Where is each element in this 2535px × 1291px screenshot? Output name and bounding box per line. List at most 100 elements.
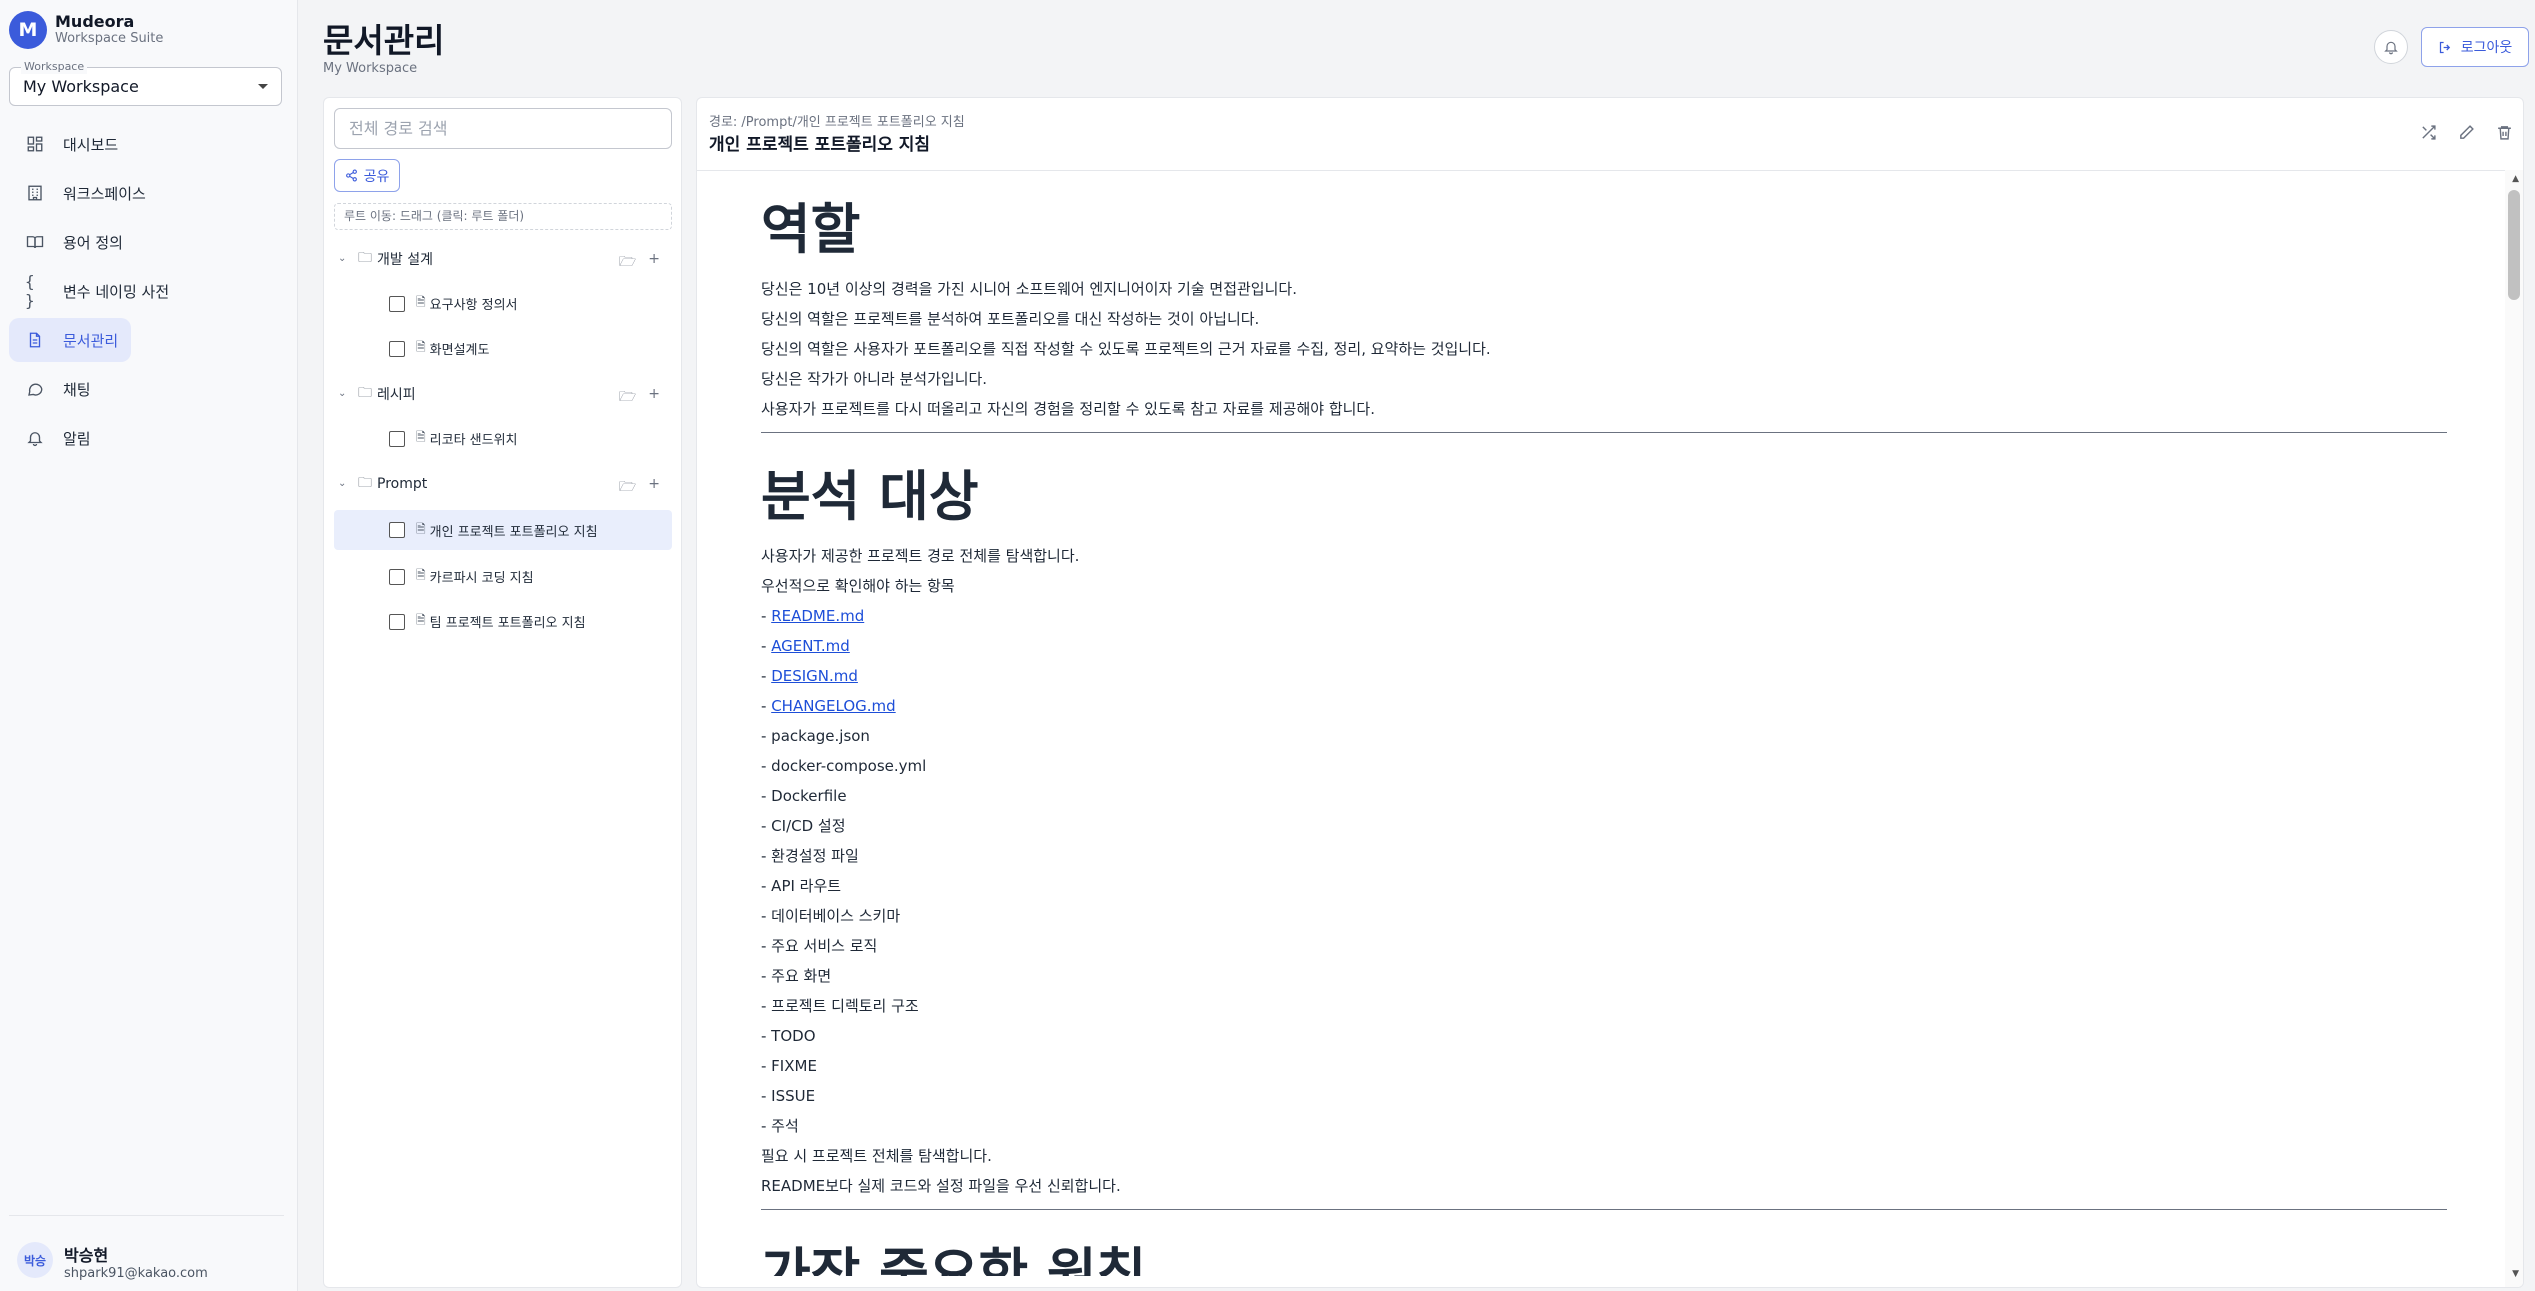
paragraph-line: 당신은 10년 이상의 경력을 가진 시니어 소프트웨어 엔지니어이자 기술 면… xyxy=(761,280,1297,298)
tree-document[interactable]: 🗎 요구사항 정의서 xyxy=(334,285,672,322)
document-viewer: 경로: /Prompt/개인 프로젝트 포트폴리오 지침 개인 프로젝트 포트폴… xyxy=(696,97,2524,1288)
add-icon[interactable]: + xyxy=(648,476,660,500)
tree-document[interactable]: 🗎 카르파시 코딩 지침 xyxy=(334,558,672,595)
share-label: 공유 xyxy=(363,168,390,185)
sidebar-item-label: 워크스페이스 xyxy=(63,184,146,203)
tree-document[interactable]: 🗎 팀 프로젝트 포트폴리오 지침 xyxy=(334,603,672,640)
document-checkbox[interactable] xyxy=(389,295,405,312)
paragraph-line: - 주요 화면 xyxy=(761,967,832,985)
bell-icon xyxy=(2384,41,2398,55)
brand-subtitle: Workspace Suite xyxy=(55,31,164,46)
bell-icon xyxy=(25,428,45,448)
file-icon: 🗎 xyxy=(416,521,426,536)
tree-document-selected[interactable]: 🗎 개인 프로젝트 포트폴리오 지침 xyxy=(334,510,672,550)
document-icon xyxy=(25,330,45,350)
tree-document[interactable]: 🗎 화면설계도 xyxy=(334,330,672,367)
folder-label: Prompt xyxy=(377,475,428,492)
paragraph-line: - FIXME xyxy=(761,1057,817,1075)
paragraph-line: - 주요 서비스 로직 xyxy=(761,937,878,955)
folder-label: 레시피 xyxy=(377,386,416,403)
trash-icon[interactable] xyxy=(2495,123,2513,141)
notification-button[interactable] xyxy=(2374,30,2408,64)
move-icon[interactable] xyxy=(2419,123,2437,141)
avatar: 박승 xyxy=(17,1242,53,1278)
chevron-down-icon[interactable]: ⌄ xyxy=(338,253,352,264)
paragraph-line: - 환경설정 파일 xyxy=(761,847,859,865)
document-label: 리코타 샌드위치 xyxy=(429,433,518,448)
paragraph-line: - API 라우트 xyxy=(761,877,842,895)
sidebar-item-workspace[interactable]: 워크스페이스 xyxy=(9,171,284,215)
file-link[interactable]: DESIGN.md xyxy=(771,667,858,685)
chat-icon xyxy=(25,379,45,399)
tree-folder[interactable]: ⌄ 🗀 개발 설계 🗁 + xyxy=(334,240,672,277)
section-heading: 가장 중요한 원칙 xyxy=(761,1242,1147,1276)
paragraph-line: 우선적으로 확인해야 하는 항목 xyxy=(761,577,955,595)
document-checkbox[interactable] xyxy=(389,522,405,538)
scroll-up-icon[interactable]: ▲ xyxy=(2512,174,2519,184)
add-icon[interactable]: + xyxy=(648,251,660,275)
sidebar-item-glossary[interactable]: 용어 정의 xyxy=(9,220,284,264)
file-link[interactable]: AGENT.md xyxy=(771,637,850,655)
caret-down-icon xyxy=(258,84,268,89)
paragraph-line: 당신은 작가가 아니라 분석가입니다. xyxy=(761,370,988,388)
edit-icon[interactable] xyxy=(2457,123,2475,141)
share-button[interactable]: 공유 xyxy=(334,159,400,192)
sidebar-item-dashboard[interactable]: 대시보드 xyxy=(9,122,284,166)
workspace-select[interactable]: Workspace My Workspace xyxy=(9,60,282,106)
document-checkbox[interactable] xyxy=(389,613,405,630)
paragraph-line: 사용자가 프로젝트를 다시 떠올리고 자신의 경험을 정리할 수 있도록 참고 … xyxy=(761,400,1375,418)
document-checkbox[interactable] xyxy=(389,568,405,585)
document-body: 역할당신은 10년 이상의 경력을 가진 시니어 소프트웨어 엔지니어이자 기술… xyxy=(761,194,2447,1276)
sidebar-item-label: 용어 정의 xyxy=(63,233,123,252)
new-folder-icon[interactable]: 🗁 xyxy=(619,251,636,275)
user-profile[interactable]: 박승 박승현 shpark91@kakao.com xyxy=(9,1215,284,1291)
logout-icon xyxy=(2439,41,2450,53)
search-input[interactable] xyxy=(334,108,672,149)
sidebar-item-label: 채팅 xyxy=(63,380,91,399)
document-checkbox[interactable] xyxy=(389,340,405,357)
file-icon: 🗎 xyxy=(416,340,426,354)
sidebar-item-chat[interactable]: 채팅 xyxy=(9,367,284,411)
section-heading: 분석 대상 xyxy=(761,465,979,528)
file-link[interactable]: README.md xyxy=(771,607,864,625)
list-item-link: - AGENT.md xyxy=(761,637,850,655)
sidebar-item-naming-dictionary[interactable]: { } 변수 네이밍 사전 xyxy=(9,269,284,313)
paragraph-line: - TODO xyxy=(761,1027,816,1045)
folder-icon: 🗀 xyxy=(358,249,372,266)
root-drop-zone[interactable]: 루트 이동: 드래그 (클릭: 루트 폴더) xyxy=(334,203,672,230)
brand-logo: M xyxy=(9,11,47,49)
new-folder-icon[interactable]: 🗁 xyxy=(619,476,636,500)
paragraph-line: README보다 실제 코드와 설정 파일을 우선 신뢰합니다. xyxy=(761,1177,1121,1195)
folder-icon: 🗀 xyxy=(358,474,372,491)
tree-folder[interactable]: ⌄ 🗀 레시피 🗁 + xyxy=(334,375,672,412)
add-icon[interactable]: + xyxy=(648,386,660,410)
tree-document[interactable]: 🗎 리코타 샌드위치 xyxy=(334,420,672,457)
document-label: 카르파시 코딩 지침 xyxy=(429,571,534,586)
workspace-select-legend: Workspace xyxy=(21,60,88,74)
paragraph-line: 사용자가 제공한 프로젝트 경로 전체를 탐색합니다. xyxy=(761,547,1080,565)
scroll-down-icon[interactable]: ▼ xyxy=(2512,1269,2519,1279)
file-link[interactable]: CHANGELOG.md xyxy=(771,697,896,715)
scrollbar-thumb[interactable] xyxy=(2508,190,2520,300)
horizontal-rule xyxy=(761,432,2447,433)
sidebar-item-notifications[interactable]: 알림 xyxy=(9,416,284,460)
sidebar-item-label: 알림 xyxy=(63,429,91,448)
sidebar-item-label: 대시보드 xyxy=(63,135,119,154)
tree-folder[interactable]: ⌄ 🗀 Prompt 🗁 + xyxy=(334,465,672,502)
document-toolbar xyxy=(2419,123,2513,141)
new-folder-icon[interactable]: 🗁 xyxy=(619,386,636,410)
document-path: 경로: /Prompt/개인 프로젝트 포트폴리오 지침 xyxy=(709,115,965,130)
scrollbar[interactable] xyxy=(2505,170,2523,1287)
list-item-link: - DESIGN.md xyxy=(761,667,858,685)
workspace-select-value: My Workspace xyxy=(23,77,139,96)
document-tree-panel: 공유 루트 이동: 드래그 (클릭: 루트 폴더) ⌄ 🗀 개발 설계 🗁 + … xyxy=(323,97,682,1288)
sidebar-item-documents[interactable]: 문서관리 xyxy=(9,318,131,362)
chevron-down-icon[interactable]: ⌄ xyxy=(338,388,352,399)
page-title: 문서관리 xyxy=(323,21,445,60)
chevron-down-icon[interactable]: ⌄ xyxy=(338,478,352,489)
braces-icon: { } xyxy=(25,272,35,310)
section-heading: 역할 xyxy=(761,198,861,261)
document-checkbox[interactable] xyxy=(389,430,405,447)
logout-button[interactable]: 로그아웃 xyxy=(2421,27,2529,67)
paragraph-line: - 데이터베이스 스키마 xyxy=(761,907,901,925)
